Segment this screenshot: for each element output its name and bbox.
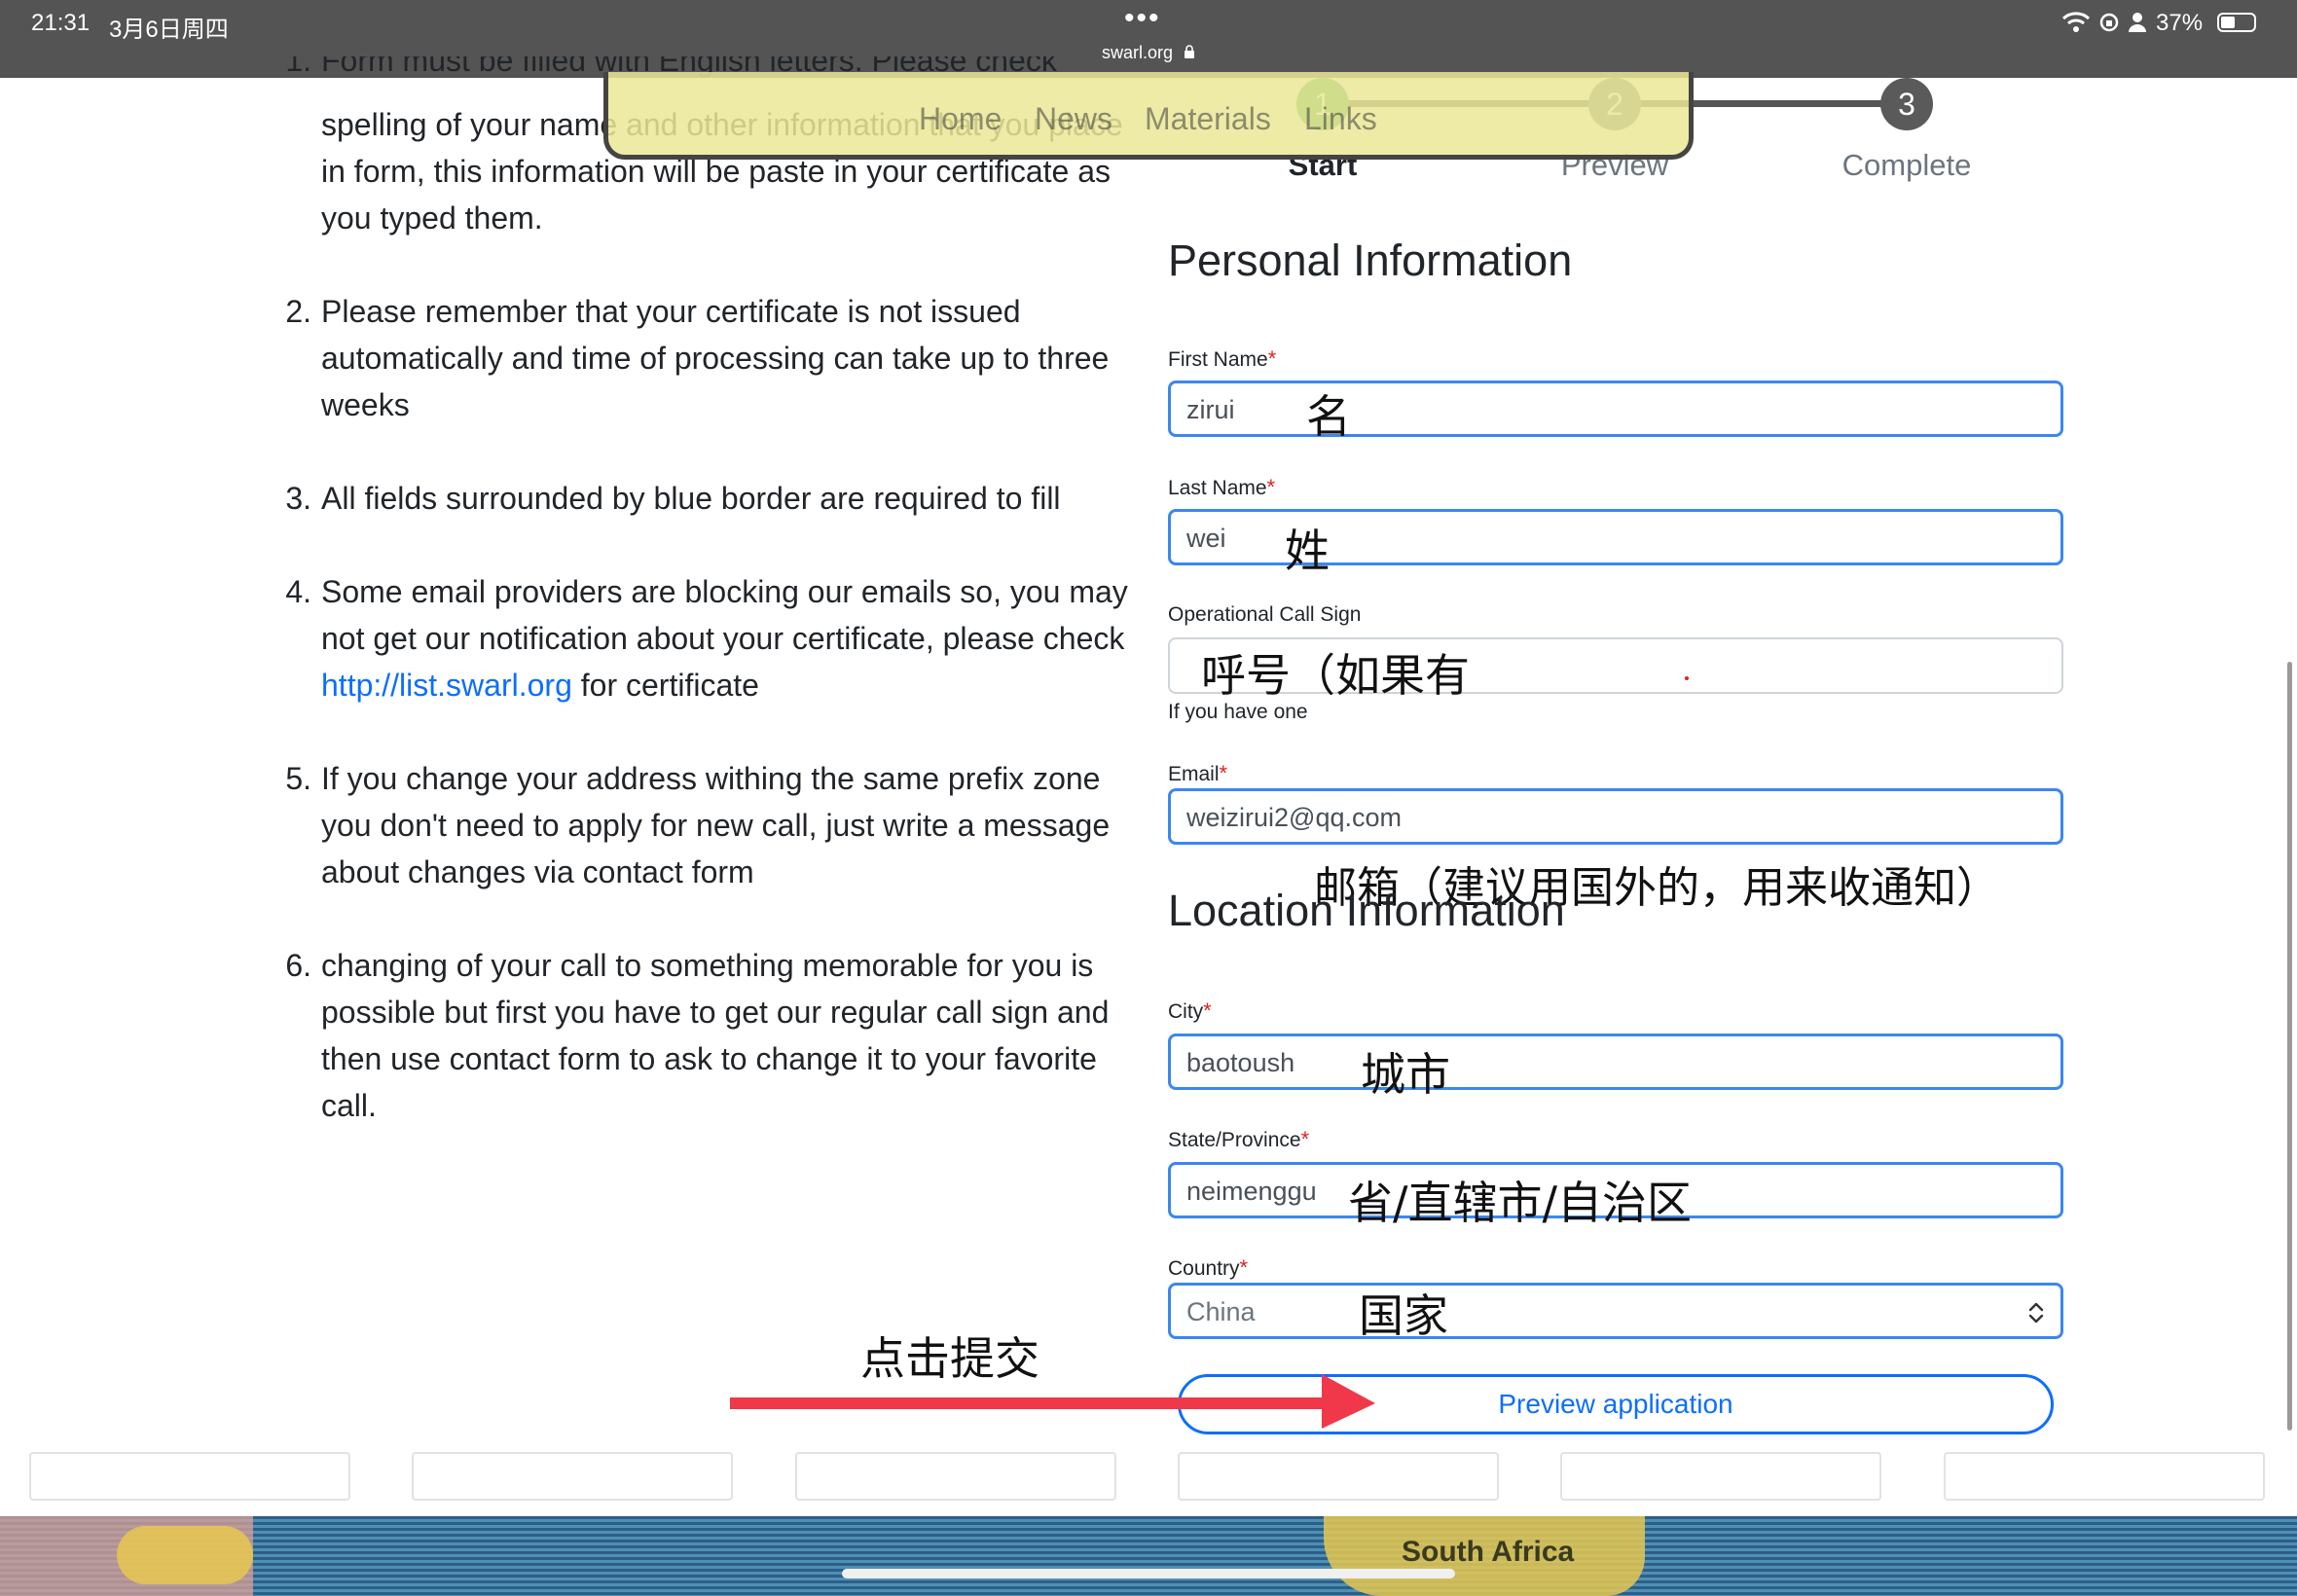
required-mark: * [1266, 475, 1276, 499]
email-label: Email* [1168, 761, 1228, 785]
lock-icon [1184, 45, 1195, 58]
footer-box [412, 1452, 733, 1501]
map-label-south-africa: South Africa [1402, 1536, 1575, 1568]
required-mark: * [1203, 998, 1212, 1023]
required-mark: * [1239, 1255, 1249, 1280]
status-time: 21:31 [31, 10, 91, 36]
status-date: 3月6日周四 [109, 17, 229, 43]
step-3-label: Complete [1841, 148, 1972, 182]
footer-box [1944, 1452, 2265, 1501]
tab-dots-icon[interactable]: ••• [1124, 2, 1161, 35]
country-selected-value: China [1186, 1297, 1256, 1326]
city-field[interactable] [1168, 1034, 2063, 1090]
nav-materials[interactable]: Materials [1145, 101, 1271, 137]
red-arrow-icon [730, 1374, 1375, 1429]
chevron-updown-icon [2027, 1301, 2045, 1329]
map-background: South Africa [0, 1516, 2297, 1596]
annotation-city: 城市 [1361, 1048, 1450, 1101]
nav-home[interactable]: Home [919, 101, 1002, 137]
required-mark: * [1219, 761, 1228, 785]
country-select[interactable]: China [1168, 1283, 2063, 1339]
location-info-heading: Location Information [1168, 886, 1565, 935]
first-name-field[interactable] [1168, 381, 2063, 437]
email-input[interactable] [1186, 799, 2043, 836]
nav-links[interactable]: Links [1304, 101, 1377, 137]
personal-info-heading: Personal Information [1168, 236, 1573, 285]
required-mark: * [1267, 346, 1277, 371]
step-3-circle: 3 [1880, 78, 1933, 130]
call-sign-help: If you have one [1168, 701, 1308, 723]
first-name-label: First Name* [1168, 346, 1277, 371]
person-icon [2128, 12, 2147, 38]
footer-box [1560, 1452, 1881, 1501]
city-label: City* [1168, 998, 1212, 1023]
footer-box [795, 1452, 1116, 1501]
annotation-state: 省/直辖市/自治区 [1348, 1177, 1692, 1229]
annotation-last-name: 姓 [1285, 525, 1330, 577]
footer-box [29, 1452, 350, 1501]
country-label: Country* [1168, 1255, 1249, 1280]
city-input[interactable] [1186, 1044, 2043, 1081]
call-sign-label: Operational Call Sign [1168, 603, 1362, 626]
annotation-first-name: 名 [1306, 390, 1351, 443]
last-name-label: Last Name* [1168, 475, 1276, 499]
required-mark: * [1300, 1127, 1310, 1151]
red-dot-mark [1685, 676, 1689, 680]
annotation-call-sign: 呼号（如果有 [1201, 649, 1470, 702]
scrollbar[interactable] [2287, 662, 2292, 1431]
list-swarl-link[interactable]: http://list.swarl.org [321, 668, 572, 703]
lock-rotation-icon [2098, 12, 2120, 38]
home-indicator[interactable] [842, 1569, 1455, 1578]
battery-percent: 37% [2156, 10, 2204, 36]
email-field[interactable] [1168, 788, 2063, 845]
nav-news[interactable]: News [1035, 101, 1112, 137]
battery-icon [2217, 13, 2256, 32]
wifi-icon [2061, 12, 2091, 38]
footer-box [1178, 1452, 1499, 1501]
annotation-country: 国家 [1359, 1289, 1448, 1342]
state-label: State/Province* [1168, 1127, 1310, 1151]
